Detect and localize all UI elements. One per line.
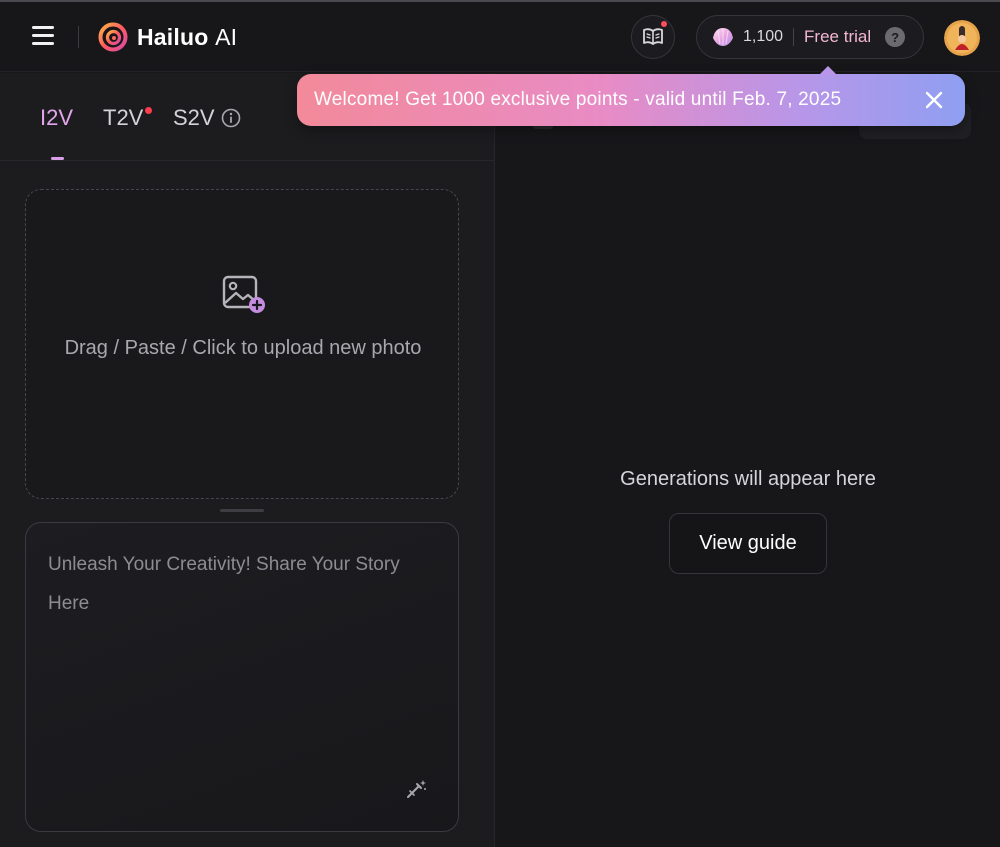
shell-gem-icon [713,28,733,46]
points-count: 1,100 [743,28,784,45]
tab-s2v-label: S2V [173,105,215,130]
close-icon[interactable] [922,88,946,112]
user-avatar[interactable] [944,20,980,56]
points-separator [793,28,795,46]
empty-state-text: Generations will appear here [620,468,876,490]
header-divider [78,26,79,48]
magic-wand-icon[interactable] [404,777,428,801]
photo-upload-area[interactable]: Drag / Paste / Click to upload new photo [25,189,459,499]
active-tab-indicator [51,157,64,160]
prompt-input[interactable] [48,545,440,765]
tab-s2v[interactable]: S2V [173,105,241,131]
toast-message: Welcome! Get 1000 exclusive points - val… [314,89,842,110]
new-badge-dot [145,107,152,114]
tab-i2v[interactable]: I2V [40,105,73,131]
points-pill[interactable]: 1,100 Free trial ? [696,15,924,59]
tab-t2v[interactable]: T2V [103,105,152,131]
guide-book-button[interactable] [631,15,675,59]
toast-arrow [819,66,837,75]
view-guide-button[interactable]: View guide [669,513,827,574]
logo[interactable]: Hailuo AI [98,22,237,52]
tab-t2v-label: T2V [103,105,144,130]
left-panel: I2V T2V S2V Drag / Paste / Click to uplo… [0,73,495,847]
prompt-box [25,522,459,832]
menu-icon[interactable] [32,26,56,46]
notification-dot [661,21,667,27]
logo-text: Hailuo AI [137,23,238,50]
avatar-image [944,20,980,56]
plan-label: Free trial [804,27,872,46]
image-plus-icon [222,275,265,313]
logo-suffix: AI [215,23,238,50]
hailuo-logo-icon [98,22,128,52]
top-header: Hailuo AI 1,100 Free trial ? [0,2,1000,72]
upload-instructions: Drag / Paste / Click to upload new photo [64,337,422,359]
welcome-toast: Welcome! Get 1000 exclusive points - val… [297,66,965,126]
resize-handle[interactable] [220,509,264,512]
help-icon[interactable]: ? [885,27,906,47]
results-panel: Generations will appear here View guide [496,73,1000,847]
book-icon [643,28,663,45]
info-icon[interactable] [221,108,241,128]
